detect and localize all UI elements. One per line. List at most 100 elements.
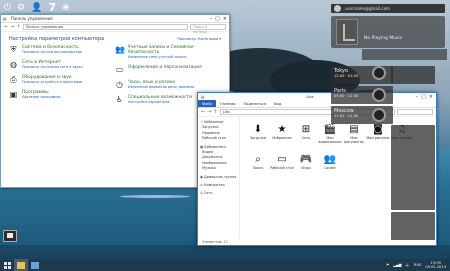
windows-logo-icon: [3, 261, 11, 269]
clock-dial: [372, 66, 386, 80]
category-link[interactable]: Просмотр состояния компьютера: [22, 50, 82, 54]
tile-label: Мои рисунки: [366, 136, 390, 140]
network-icon[interactable]: ▂▄▆: [393, 263, 401, 267]
sidebar-group-computer[interactable]: ▭ Компьютер: [200, 183, 237, 188]
accessibility-icon: ♿: [115, 95, 124, 104]
tile-videos[interactable]: 🎬 Мои видеозаписи: [318, 123, 342, 151]
taskbar: ⚑ ▂▄▆ 🔈 RUS 13:09 09.01.2013: [0, 259, 450, 271]
language-indicator[interactable]: RUS: [414, 263, 421, 267]
display-icon: ▭: [115, 65, 124, 74]
tab-file[interactable]: Файл: [198, 100, 216, 107]
category-user-accounts[interactable]: 👥 Учетные записи и Семейная безопасность…: [115, 45, 221, 59]
sidebar-group-network[interactable]: ◎ Сеть: [200, 191, 237, 196]
camera-icon: ◙: [373, 124, 383, 135]
taskbar-control-panel[interactable]: [28, 259, 42, 271]
explorer-titlebar[interactable]: ▤ Libs – □ ×: [198, 93, 436, 100]
tile-search[interactable]: ⌕ Поиск: [246, 153, 270, 181]
category-link[interactable]: Настройка параметров: [128, 100, 192, 104]
back-button[interactable]: ←: [4, 24, 8, 30]
category-appearance[interactable]: ▭ Оформление и персонализация: [115, 65, 221, 74]
people-icon: 👥: [323, 154, 337, 165]
category-link[interactable]: Просмотр состояния сети и задач: [22, 65, 83, 69]
weather-strip: [362, 49, 447, 60]
ribbon-tabs: Файл Главная Поделиться Вид: [198, 100, 436, 108]
paw-icon[interactable]: ❀: [62, 3, 70, 13]
counter-number: 7: [48, 1, 57, 14]
minimize-button[interactable]: –: [416, 94, 419, 100]
volume-icon[interactable]: 🔈: [406, 263, 410, 267]
tile-label: Рабочий стол: [270, 166, 294, 170]
mail-widget[interactable]: username@gmail.com: [331, 4, 445, 13]
close-button[interactable]: ×: [429, 94, 433, 100]
star-icon: ★: [277, 124, 287, 135]
folder-icon: [17, 261, 25, 269]
search-input[interactable]: Поиск в панели...: [190, 24, 226, 34]
explorer-navbar: ← → ↑ Libs: [198, 108, 436, 117]
category-title[interactable]: Оформление и персонализация: [128, 65, 202, 70]
desktop-shortcut-icon[interactable]: [3, 230, 17, 242]
control-panel-navbar: ← → ↑ Панель управления Поиск в панели..…: [1, 23, 229, 34]
tile-locate[interactable]: 👥 Locate: [318, 153, 342, 181]
category-link[interactable]: Просмотр устройств и принтеров: [22, 80, 82, 84]
sidebar-label: Сеть: [204, 191, 213, 196]
sidebar-item[interactable]: Рабочий стол: [200, 136, 237, 141]
page-title: Настройка параметров компьютера: [9, 36, 105, 42]
maximize-button[interactable]: □: [215, 16, 220, 22]
sidebar-label: Компьютер: [204, 183, 225, 188]
clock-dial: [372, 88, 386, 102]
window-title: Панель управления: [10, 16, 53, 21]
search-input[interactable]: [397, 109, 433, 115]
tile-desktop[interactable]: ▭ Рабочий стол: [270, 153, 294, 181]
forward-button[interactable]: →: [207, 109, 211, 115]
category-columns: ⛨ Система и безопасность Просмотр состоя…: [1, 45, 229, 110]
side-widget-panel: [391, 212, 435, 240]
sidebar-label: Библиотеки: [204, 144, 226, 149]
start-button[interactable]: [0, 259, 14, 271]
view-by-dropdown[interactable]: Просмотр: Категория ▾: [177, 37, 221, 41]
taskbar-explorer[interactable]: [14, 259, 28, 271]
tile-label: Игры: [301, 166, 311, 170]
tile-network[interactable]: ⊞ Сеть: [294, 123, 318, 151]
flag-icon[interactable]: ⚑: [386, 263, 389, 267]
up-button[interactable]: ↑: [213, 109, 217, 115]
category-link[interactable]: Изменение типа учетной записи: [128, 55, 221, 59]
control-panel-titlebar[interactable]: ▤ Панель управления – □ ×: [1, 15, 229, 23]
minimize-button[interactable]: –: [210, 16, 213, 22]
back-button[interactable]: ←: [201, 109, 205, 115]
tile-documents[interactable]: ▤ Мои документы: [342, 123, 366, 151]
tab-view[interactable]: Вид: [270, 100, 285, 107]
media-player-widget[interactable]: No Playing Music: [331, 16, 445, 48]
taskbar-clock[interactable]: 13:09 09.01.2013: [425, 261, 446, 269]
category-title[interactable]: Учетные записи и Семейная безопасность: [128, 45, 221, 55]
user-icon[interactable]: 👤: [31, 3, 42, 13]
clock-date: 09.01.2013: [425, 265, 446, 269]
tab-home[interactable]: Главная: [216, 100, 240, 107]
power-icon[interactable]: ⏻: [4, 3, 11, 13]
address-bar[interactable]: Панель управления: [22, 24, 188, 30]
tile-label: Загрузки: [249, 136, 267, 140]
category-system-security[interactable]: ⛨ Система и безопасность Просмотр состоя…: [9, 45, 115, 54]
category-clock-region[interactable]: ◷ Часы, язык и регион Изменение форматов…: [115, 80, 221, 89]
sidebar-group-homegroup[interactable]: ◉ Домашняя группа: [200, 175, 237, 180]
category-network[interactable]: ◍ Сеть и Интернет Просмотр состояния сет…: [9, 60, 115, 69]
category-link[interactable]: Изменение форматов даты, времени: [128, 85, 194, 89]
category-hardware-sound[interactable]: ⎙ Оборудование и звук Просмотр устройств…: [9, 75, 115, 84]
tile-favorites[interactable]: ★ Избранное: [270, 123, 294, 151]
forward-button[interactable]: →: [10, 24, 14, 30]
mail-address: username@gmail.com: [345, 6, 390, 11]
tile-games[interactable]: 🎮 Игры: [294, 153, 318, 181]
tab-share[interactable]: Поделиться: [239, 100, 270, 107]
maximize-button[interactable]: □: [421, 94, 426, 100]
control-panel-icon: [31, 261, 39, 269]
tile-downloads[interactable]: ⬇ Загрузки: [246, 123, 270, 151]
category-link[interactable]: Удаление программы: [22, 95, 61, 99]
close-button[interactable]: ×: [223, 16, 227, 22]
sidebar-label: Изображения: [202, 160, 227, 165]
tile-pictures[interactable]: ◙ Мои рисунки: [366, 123, 390, 151]
up-button[interactable]: ↑: [16, 24, 20, 30]
gear-icon[interactable]: ⚙: [17, 3, 25, 13]
category-programs[interactable]: ▣ Программы Удаление программы: [9, 90, 115, 99]
side-widget: [391, 66, 435, 84]
wallpaper-wave: [120, 195, 190, 198]
sidebar-item[interactable]: Музыка: [200, 166, 237, 171]
